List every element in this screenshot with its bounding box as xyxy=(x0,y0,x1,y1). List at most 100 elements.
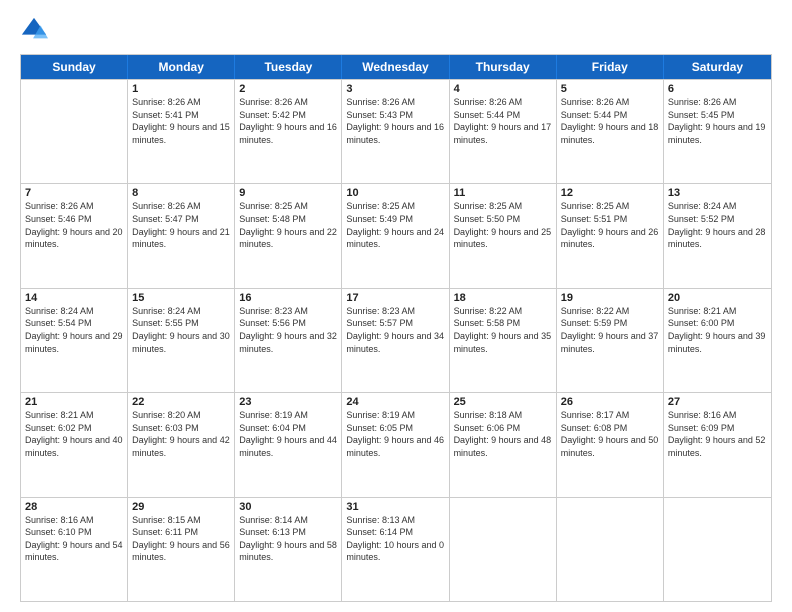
calendar-cell: 24Sunrise: 8:19 AM Sunset: 6:05 PM Dayli… xyxy=(342,393,449,496)
day-number: 25 xyxy=(454,396,552,408)
day-number: 2 xyxy=(239,83,337,95)
day-number: 1 xyxy=(132,83,230,95)
calendar-cell: 26Sunrise: 8:17 AM Sunset: 6:08 PM Dayli… xyxy=(557,393,664,496)
calendar-header-row: SundayMondayTuesdayWednesdayThursdayFrid… xyxy=(21,55,771,79)
day-number: 26 xyxy=(561,396,659,408)
day-number: 4 xyxy=(454,83,552,95)
day-detail: Sunrise: 8:26 AM Sunset: 5:44 PM Dayligh… xyxy=(561,96,659,146)
calendar-cell: 3Sunrise: 8:26 AM Sunset: 5:43 PM Daylig… xyxy=(342,80,449,183)
header-cell-thursday: Thursday xyxy=(450,55,557,79)
header-cell-wednesday: Wednesday xyxy=(342,55,449,79)
calendar-cell: 23Sunrise: 8:19 AM Sunset: 6:04 PM Dayli… xyxy=(235,393,342,496)
day-detail: Sunrise: 8:25 AM Sunset: 5:49 PM Dayligh… xyxy=(346,200,444,250)
calendar-cell: 15Sunrise: 8:24 AM Sunset: 5:55 PM Dayli… xyxy=(128,289,235,392)
calendar-cell xyxy=(557,498,664,601)
day-number: 30 xyxy=(239,501,337,513)
day-number: 23 xyxy=(239,396,337,408)
calendar-row-0: 1Sunrise: 8:26 AM Sunset: 5:41 PM Daylig… xyxy=(21,79,771,183)
day-detail: Sunrise: 8:26 AM Sunset: 5:41 PM Dayligh… xyxy=(132,96,230,146)
calendar-cell: 7Sunrise: 8:26 AM Sunset: 5:46 PM Daylig… xyxy=(21,184,128,287)
day-number: 21 xyxy=(25,396,123,408)
day-number: 14 xyxy=(25,292,123,304)
day-detail: Sunrise: 8:19 AM Sunset: 6:04 PM Dayligh… xyxy=(239,409,337,459)
day-number: 17 xyxy=(346,292,444,304)
calendar-cell: 19Sunrise: 8:22 AM Sunset: 5:59 PM Dayli… xyxy=(557,289,664,392)
day-detail: Sunrise: 8:16 AM Sunset: 6:10 PM Dayligh… xyxy=(25,514,123,564)
day-detail: Sunrise: 8:24 AM Sunset: 5:55 PM Dayligh… xyxy=(132,305,230,355)
day-number: 19 xyxy=(561,292,659,304)
day-detail: Sunrise: 8:17 AM Sunset: 6:08 PM Dayligh… xyxy=(561,409,659,459)
logo-icon xyxy=(20,16,48,44)
day-number: 28 xyxy=(25,501,123,513)
calendar-cell: 21Sunrise: 8:21 AM Sunset: 6:02 PM Dayli… xyxy=(21,393,128,496)
calendar-row-2: 14Sunrise: 8:24 AM Sunset: 5:54 PM Dayli… xyxy=(21,288,771,392)
calendar-row-4: 28Sunrise: 8:16 AM Sunset: 6:10 PM Dayli… xyxy=(21,497,771,601)
day-number: 5 xyxy=(561,83,659,95)
day-number: 22 xyxy=(132,396,230,408)
page-header xyxy=(20,16,772,44)
day-detail: Sunrise: 8:26 AM Sunset: 5:43 PM Dayligh… xyxy=(346,96,444,146)
day-number: 13 xyxy=(668,187,767,199)
day-detail: Sunrise: 8:18 AM Sunset: 6:06 PM Dayligh… xyxy=(454,409,552,459)
day-number: 29 xyxy=(132,501,230,513)
day-number: 15 xyxy=(132,292,230,304)
calendar-cell: 12Sunrise: 8:25 AM Sunset: 5:51 PM Dayli… xyxy=(557,184,664,287)
day-number: 18 xyxy=(454,292,552,304)
header-cell-sunday: Sunday xyxy=(21,55,128,79)
day-number: 31 xyxy=(346,501,444,513)
calendar-cell: 30Sunrise: 8:14 AM Sunset: 6:13 PM Dayli… xyxy=(235,498,342,601)
day-number: 6 xyxy=(668,83,767,95)
calendar-cell: 4Sunrise: 8:26 AM Sunset: 5:44 PM Daylig… xyxy=(450,80,557,183)
day-detail: Sunrise: 8:16 AM Sunset: 6:09 PM Dayligh… xyxy=(668,409,767,459)
header-cell-saturday: Saturday xyxy=(664,55,771,79)
calendar-cell xyxy=(450,498,557,601)
day-detail: Sunrise: 8:23 AM Sunset: 5:57 PM Dayligh… xyxy=(346,305,444,355)
day-detail: Sunrise: 8:25 AM Sunset: 5:50 PM Dayligh… xyxy=(454,200,552,250)
calendar-cell xyxy=(664,498,771,601)
day-number: 24 xyxy=(346,396,444,408)
calendar-cell xyxy=(21,80,128,183)
calendar-cell: 28Sunrise: 8:16 AM Sunset: 6:10 PM Dayli… xyxy=(21,498,128,601)
day-detail: Sunrise: 8:26 AM Sunset: 5:47 PM Dayligh… xyxy=(132,200,230,250)
day-number: 8 xyxy=(132,187,230,199)
day-detail: Sunrise: 8:21 AM Sunset: 6:02 PM Dayligh… xyxy=(25,409,123,459)
day-detail: Sunrise: 8:26 AM Sunset: 5:45 PM Dayligh… xyxy=(668,96,767,146)
day-detail: Sunrise: 8:26 AM Sunset: 5:42 PM Dayligh… xyxy=(239,96,337,146)
calendar-cell: 29Sunrise: 8:15 AM Sunset: 6:11 PM Dayli… xyxy=(128,498,235,601)
calendar-cell: 5Sunrise: 8:26 AM Sunset: 5:44 PM Daylig… xyxy=(557,80,664,183)
day-detail: Sunrise: 8:23 AM Sunset: 5:56 PM Dayligh… xyxy=(239,305,337,355)
day-number: 11 xyxy=(454,187,552,199)
calendar-cell: 16Sunrise: 8:23 AM Sunset: 5:56 PM Dayli… xyxy=(235,289,342,392)
logo xyxy=(20,16,52,44)
calendar-row-1: 7Sunrise: 8:26 AM Sunset: 5:46 PM Daylig… xyxy=(21,183,771,287)
day-detail: Sunrise: 8:24 AM Sunset: 5:54 PM Dayligh… xyxy=(25,305,123,355)
calendar-cell: 22Sunrise: 8:20 AM Sunset: 6:03 PM Dayli… xyxy=(128,393,235,496)
day-detail: Sunrise: 8:15 AM Sunset: 6:11 PM Dayligh… xyxy=(132,514,230,564)
day-number: 3 xyxy=(346,83,444,95)
day-detail: Sunrise: 8:13 AM Sunset: 6:14 PM Dayligh… xyxy=(346,514,444,564)
day-detail: Sunrise: 8:21 AM Sunset: 6:00 PM Dayligh… xyxy=(668,305,767,355)
calendar-cell: 20Sunrise: 8:21 AM Sunset: 6:00 PM Dayli… xyxy=(664,289,771,392)
calendar-row-3: 21Sunrise: 8:21 AM Sunset: 6:02 PM Dayli… xyxy=(21,392,771,496)
calendar-cell: 31Sunrise: 8:13 AM Sunset: 6:14 PM Dayli… xyxy=(342,498,449,601)
day-detail: Sunrise: 8:24 AM Sunset: 5:52 PM Dayligh… xyxy=(668,200,767,250)
day-number: 12 xyxy=(561,187,659,199)
day-number: 27 xyxy=(668,396,767,408)
day-detail: Sunrise: 8:26 AM Sunset: 5:46 PM Dayligh… xyxy=(25,200,123,250)
day-number: 10 xyxy=(346,187,444,199)
calendar-cell: 8Sunrise: 8:26 AM Sunset: 5:47 PM Daylig… xyxy=(128,184,235,287)
day-detail: Sunrise: 8:14 AM Sunset: 6:13 PM Dayligh… xyxy=(239,514,337,564)
header-cell-tuesday: Tuesday xyxy=(235,55,342,79)
day-detail: Sunrise: 8:19 AM Sunset: 6:05 PM Dayligh… xyxy=(346,409,444,459)
calendar-cell: 2Sunrise: 8:26 AM Sunset: 5:42 PM Daylig… xyxy=(235,80,342,183)
calendar-cell: 11Sunrise: 8:25 AM Sunset: 5:50 PM Dayli… xyxy=(450,184,557,287)
day-number: 16 xyxy=(239,292,337,304)
day-detail: Sunrise: 8:26 AM Sunset: 5:44 PM Dayligh… xyxy=(454,96,552,146)
day-detail: Sunrise: 8:25 AM Sunset: 5:51 PM Dayligh… xyxy=(561,200,659,250)
day-detail: Sunrise: 8:20 AM Sunset: 6:03 PM Dayligh… xyxy=(132,409,230,459)
day-number: 7 xyxy=(25,187,123,199)
day-number: 9 xyxy=(239,187,337,199)
calendar-cell: 14Sunrise: 8:24 AM Sunset: 5:54 PM Dayli… xyxy=(21,289,128,392)
calendar-cell: 6Sunrise: 8:26 AM Sunset: 5:45 PM Daylig… xyxy=(664,80,771,183)
day-detail: Sunrise: 8:22 AM Sunset: 5:58 PM Dayligh… xyxy=(454,305,552,355)
